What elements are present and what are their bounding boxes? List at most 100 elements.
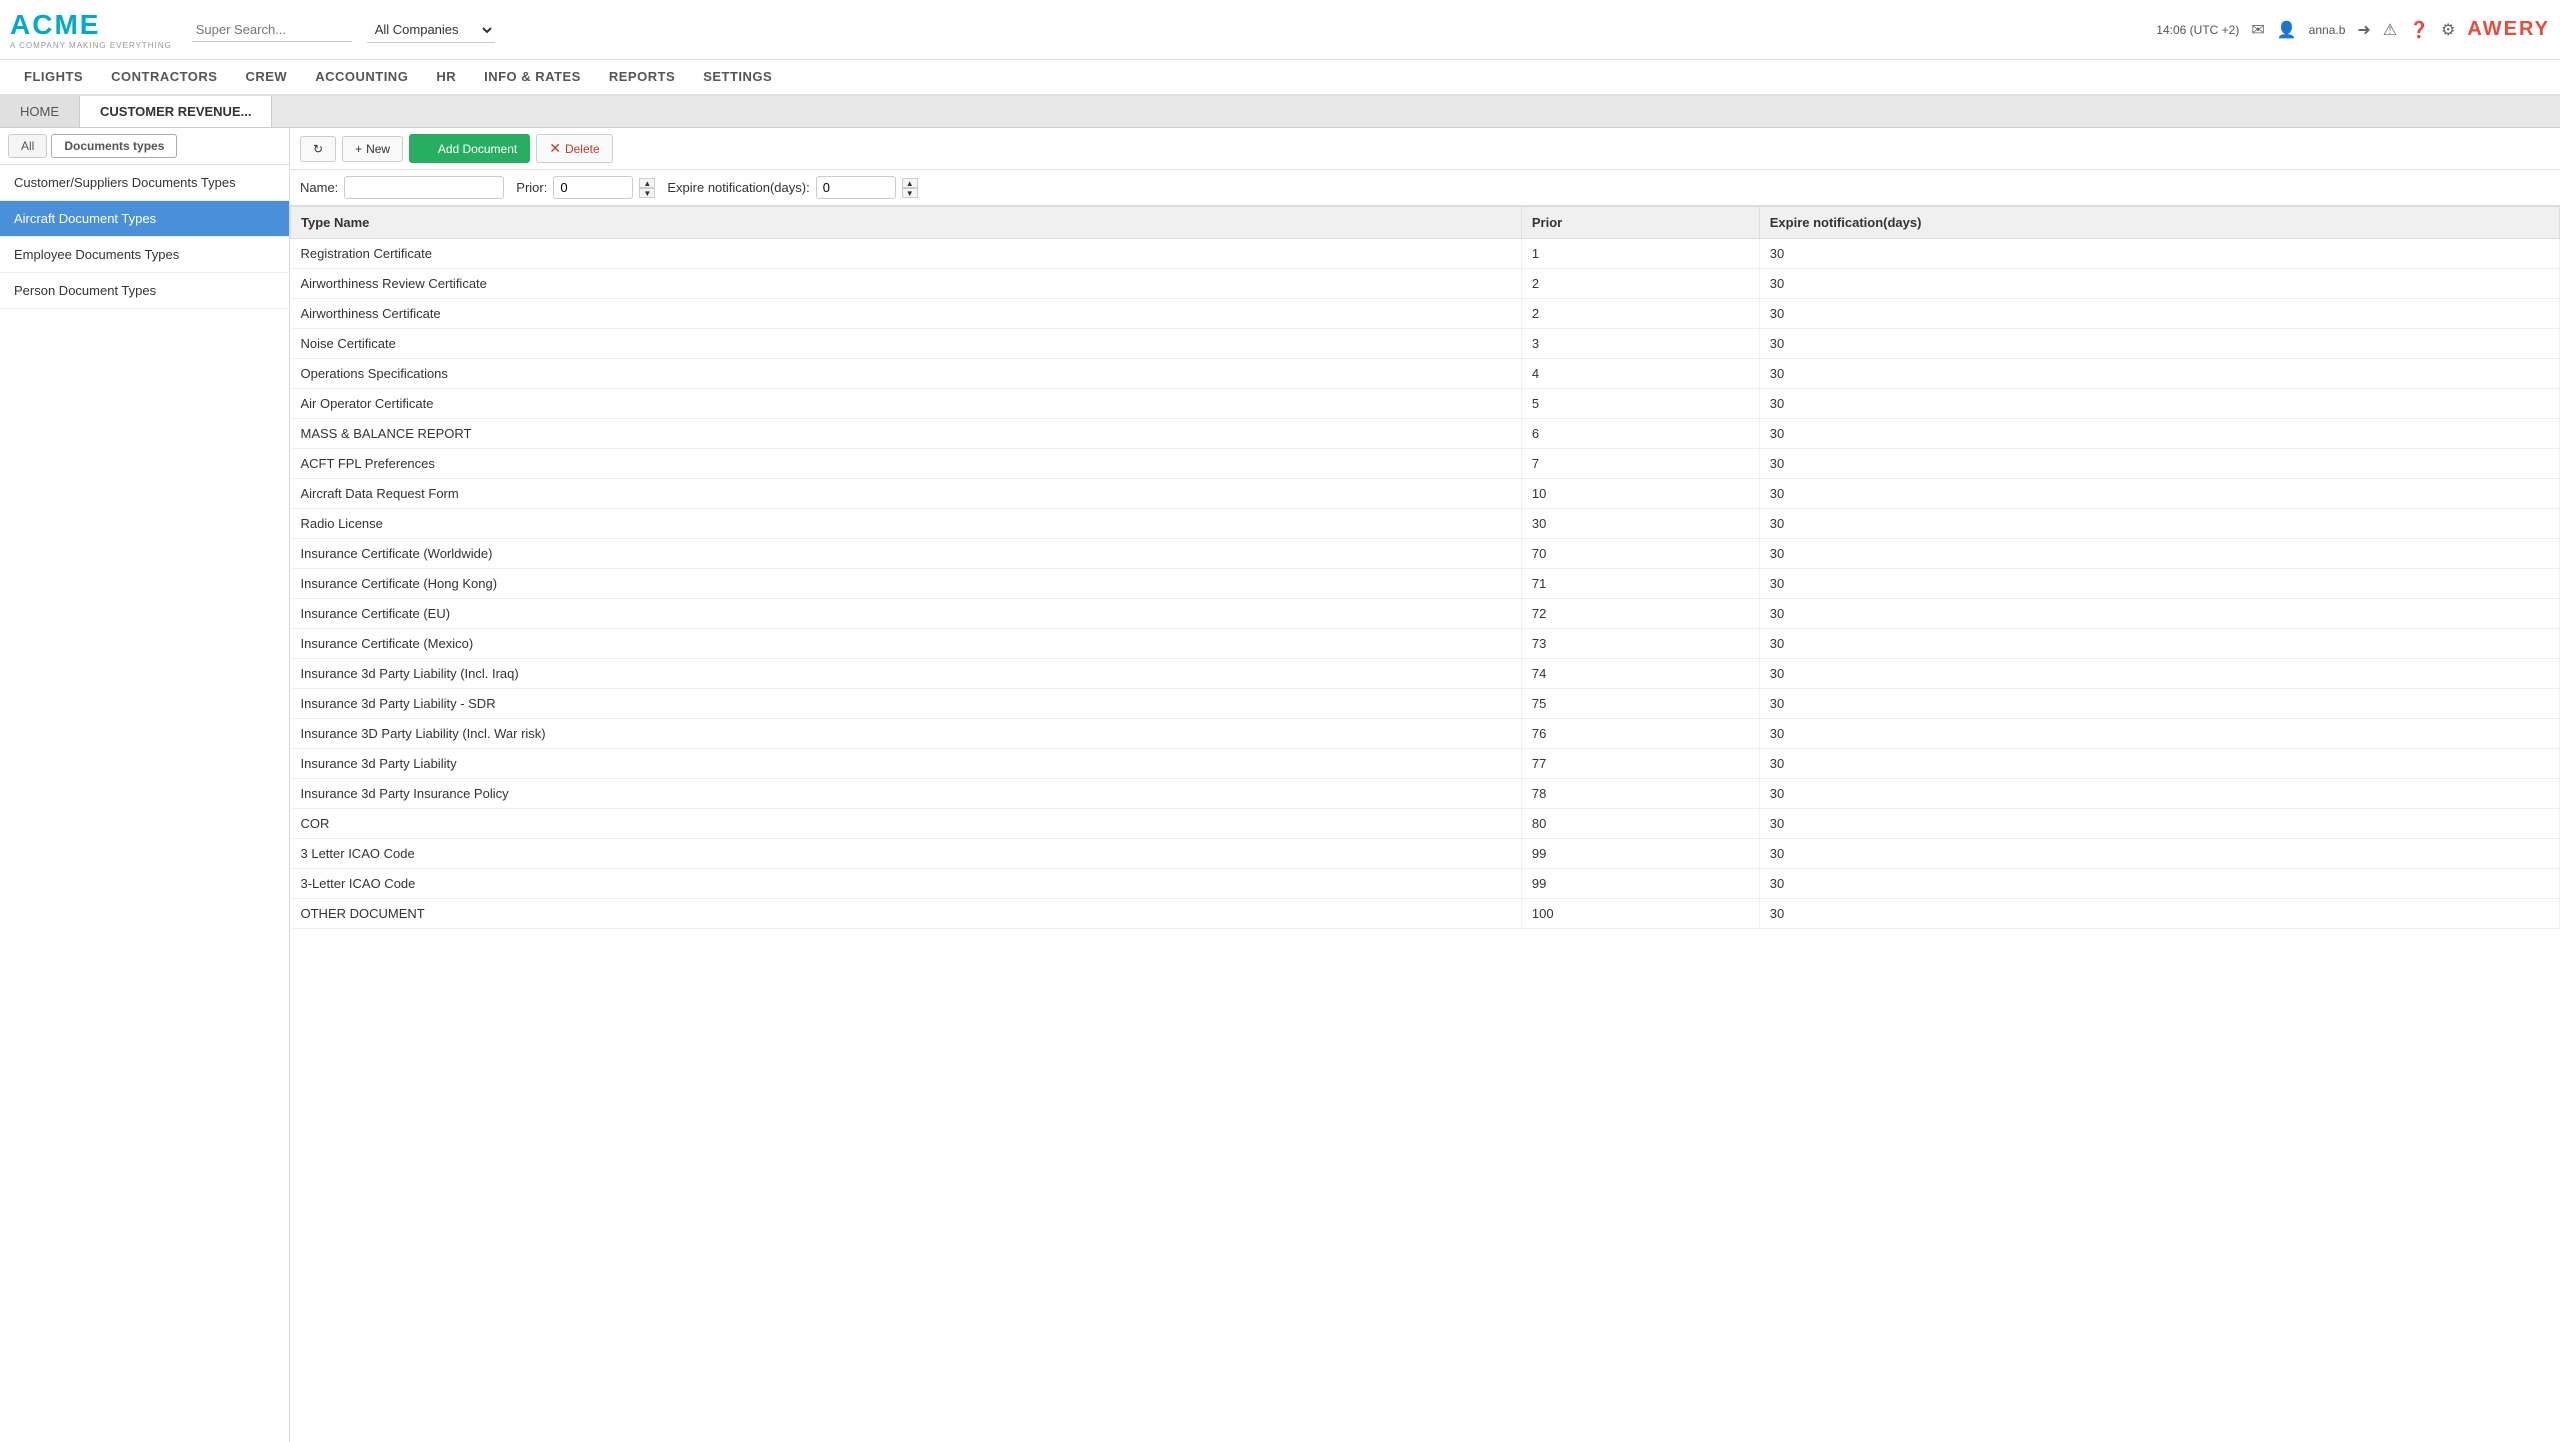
logout-icon[interactable]: ➜ [2357,20,2370,40]
table-row[interactable]: COR 80 30 [291,809,2560,839]
cell-type-name: Aircraft Data Request Form [291,479,1522,509]
cell-expire: 30 [1759,869,2559,899]
cell-type-name: Radio License [291,509,1522,539]
prior-down[interactable]: ▼ [639,188,655,198]
user-icon[interactable]: 👤 [2277,20,2297,40]
nav-item-settings[interactable]: SETTINGS [689,59,786,95]
sidebar-item-aircraft[interactable]: Aircraft Document Types [0,201,289,237]
search-input[interactable] [192,18,352,42]
expire-label: Expire notification(days): [667,180,809,195]
cell-expire: 30 [1759,509,2559,539]
cell-type-name: 3 Letter ICAO Code [291,839,1522,869]
expire-field: Expire notification(days): ▲ ▼ [667,176,917,199]
table-row[interactable]: 3-Letter ICAO Code 99 30 [291,869,2560,899]
table-row[interactable]: Insurance Certificate (Mexico) 73 30 [291,629,2560,659]
prior-spinner[interactable]: ▲ ▼ [639,178,655,198]
table-row[interactable]: Airworthiness Review Certificate 2 30 [291,269,2560,299]
cell-type-name: Insurance 3D Party Liability (Incl. War … [291,719,1522,749]
cell-expire: 30 [1759,239,2559,269]
table-row[interactable]: ACFT FPL Preferences 7 30 [291,449,2560,479]
cell-expire: 30 [1759,839,2559,869]
cell-prior: 3 [1521,329,1759,359]
sidebar-item-customer-suppliers[interactable]: Customer/Suppliers Documents Types [0,165,289,201]
cell-expire: 30 [1759,719,2559,749]
expire-down[interactable]: ▼ [902,188,918,198]
expire-input[interactable] [816,176,896,199]
cell-prior: 7 [1521,449,1759,479]
nav-item-flights[interactable]: FLIGHTS [10,59,97,95]
cell-expire: 30 [1759,479,2559,509]
nav-item-contractors[interactable]: CONTRACTORS [97,59,231,95]
nav-item-info-rates[interactable]: INFO & RATES [470,59,595,95]
delete-button[interactable]: ✕ Delete [536,134,612,163]
cell-expire: 30 [1759,299,2559,329]
awery-brand: AWERY [2467,18,2550,41]
table-row[interactable]: Radio License 30 30 [291,509,2560,539]
toolbar: ↻ + New ✓ Add Document ✕ Delete [290,128,2560,170]
table-row[interactable]: OTHER DOCUMENT 100 30 [291,899,2560,929]
refresh-button[interactable]: ↻ [300,136,336,162]
cell-expire: 30 [1759,569,2559,599]
delete-label: Delete [565,142,600,156]
cell-expire: 30 [1759,629,2559,659]
cell-prior: 1 [1521,239,1759,269]
expire-spinner[interactable]: ▲ ▼ [902,178,918,198]
table-row[interactable]: Insurance Certificate (EU) 72 30 [291,599,2560,629]
settings-icon[interactable]: ⚙ [2441,20,2455,40]
table-row[interactable]: Air Operator Certificate 5 30 [291,389,2560,419]
cell-type-name: Insurance Certificate (EU) [291,599,1522,629]
table-row[interactable]: Registration Certificate 1 30 [291,239,2560,269]
sidebar-sub-tabs: All Documents types [0,128,289,165]
cell-type-name: Air Operator Certificate [291,389,1522,419]
table-row[interactable]: Insurance Certificate (Hong Kong) 71 30 [291,569,2560,599]
prior-input[interactable] [553,176,633,199]
table-row[interactable]: Insurance 3d Party Liability (Incl. Iraq… [291,659,2560,689]
prior-up[interactable]: ▲ [639,178,655,188]
nav-item-hr[interactable]: HR [422,59,470,95]
table-row[interactable]: Airworthiness Certificate 2 30 [291,299,2560,329]
table-row[interactable]: Noise Certificate 3 30 [291,329,2560,359]
message-icon[interactable]: ✉ [2251,20,2264,40]
cell-expire: 30 [1759,329,2559,359]
add-document-button[interactable]: ✓ Add Document [409,134,530,163]
table-row[interactable]: Insurance 3d Party Insurance Policy 78 3… [291,779,2560,809]
table-row[interactable]: Aircraft Data Request Form 10 30 [291,479,2560,509]
cell-expire: 30 [1759,449,2559,479]
name-input[interactable] [344,176,504,199]
cell-expire: 30 [1759,659,2559,689]
nav-item-reports[interactable]: REPORTS [595,59,689,95]
name-label: Name: [300,180,338,195]
table-row[interactable]: Insurance 3D Party Liability (Incl. War … [291,719,2560,749]
tab-home[interactable]: HOME [0,96,80,127]
table-row[interactable]: Insurance 3d Party Liability - SDR 75 30 [291,689,2560,719]
cell-type-name: MASS & BALANCE REPORT [291,419,1522,449]
cell-type-name: OTHER DOCUMENT [291,899,1522,929]
cell-prior: 74 [1521,659,1759,689]
cell-prior: 2 [1521,269,1759,299]
expire-up[interactable]: ▲ [902,178,918,188]
alert-icon[interactable]: ⚠ [2383,20,2397,40]
table-row[interactable]: Insurance Certificate (Worldwide) 70 30 [291,539,2560,569]
sidebar-tab-documents[interactable]: Documents types [51,134,177,158]
table-row[interactable]: Insurance 3d Party Liability 77 30 [291,749,2560,779]
table-row[interactable]: 3 Letter ICAO Code 99 30 [291,839,2560,869]
cell-type-name: Airworthiness Certificate [291,299,1522,329]
sidebar-item-person[interactable]: Person Document Types [0,273,289,309]
table-row[interactable]: Operations Specifications 4 30 [291,359,2560,389]
new-button[interactable]: + New [342,136,403,162]
nav-item-accounting[interactable]: ACCOUNTING [301,59,422,95]
cell-prior: 72 [1521,599,1759,629]
logo: ACME A COMPANY MAKING EVERYTHING [10,9,172,50]
company-select[interactable]: All Companies [367,17,495,43]
sidebar-tab-all[interactable]: All [8,134,47,158]
check-icon: ✓ [422,140,434,157]
main-layout: All Documents types Customer/Suppliers D… [0,128,2560,1442]
logo-acme: ACME [10,9,172,41]
table-row[interactable]: MASS & BALANCE REPORT 6 30 [291,419,2560,449]
sidebar-item-employee[interactable]: Employee Documents Types [0,237,289,273]
nav-item-crew[interactable]: CREW [231,59,301,95]
table-wrapper: Type Name Prior Expire notification(days… [290,206,2560,1442]
help-icon[interactable]: ❓ [2409,20,2429,40]
tab-customer-revenue[interactable]: CUSTOMER REVENUE... [80,96,272,127]
cell-prior: 75 [1521,689,1759,719]
